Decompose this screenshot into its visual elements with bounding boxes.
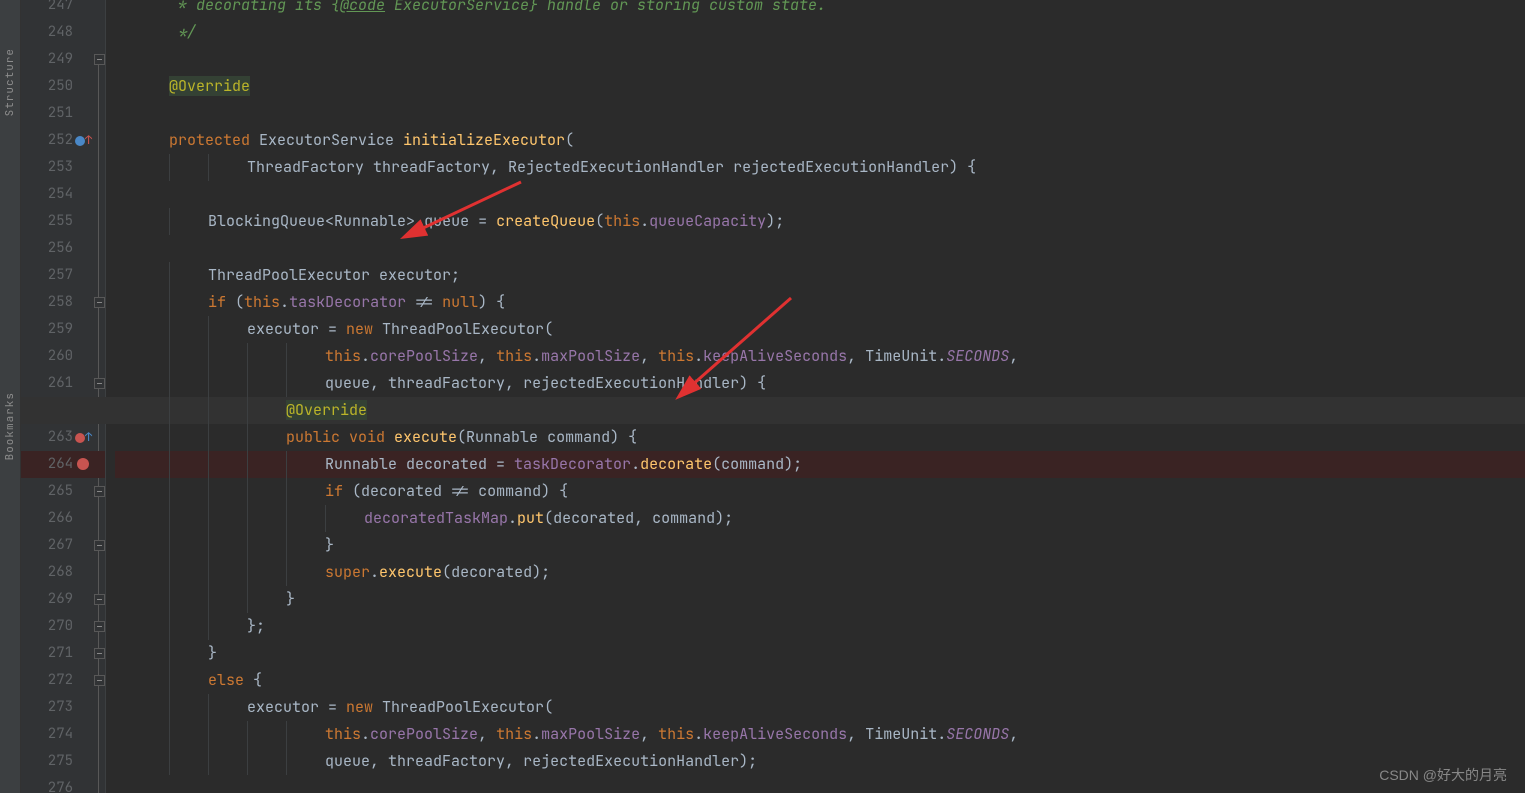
- code-line[interactable]: executor = new ThreadPoolExecutor(: [115, 316, 1525, 343]
- code-line[interactable]: this.corePoolSize, this.maxPoolSize, thi…: [115, 343, 1525, 370]
- line-number[interactable]: 250: [21, 73, 73, 100]
- code-line[interactable]: queue, threadFactory, rejectedExecutionH…: [115, 370, 1525, 397]
- line-number[interactable]: 256: [21, 235, 73, 262]
- line-number[interactable]: 247: [21, 0, 73, 19]
- line-number[interactable]: 263: [21, 424, 73, 451]
- line-number[interactable]: 270: [21, 613, 73, 640]
- tool-tab-structure[interactable]: Structure: [1, 40, 19, 124]
- code-line[interactable]: public void execute(Runnable command) {: [115, 424, 1525, 451]
- fold-handle-icon[interactable]: [93, 640, 105, 667]
- code-line[interactable]: [115, 181, 1525, 208]
- code-line[interactable]: ThreadPoolExecutor executor;: [115, 262, 1525, 289]
- code-line[interactable]: protected ExecutorService initializeExec…: [115, 127, 1525, 154]
- code-line[interactable]: [115, 100, 1525, 127]
- code-line[interactable]: ThreadFactory threadFactory, RejectedExe…: [115, 154, 1525, 181]
- code-line[interactable]: super.execute(decorated);: [115, 559, 1525, 586]
- code-line[interactable]: }: [115, 532, 1525, 559]
- line-number[interactable]: 258: [21, 289, 73, 316]
- code-line[interactable]: [115, 775, 1525, 793]
- line-number[interactable]: 268: [21, 559, 73, 586]
- line-number[interactable]: 271: [21, 640, 73, 667]
- line-number[interactable]: 264: [21, 451, 73, 478]
- code-line[interactable]: this.corePoolSize, this.maxPoolSize, thi…: [115, 721, 1525, 748]
- editor-root: Structure Bookmarks 247248249250251252↑2…: [0, 0, 1525, 793]
- line-number[interactable]: 274: [21, 721, 73, 748]
- tool-tab-bookmarks[interactable]: Bookmarks: [1, 384, 19, 468]
- line-number[interactable]: 252: [21, 127, 73, 154]
- left-tool-strip: Structure Bookmarks: [0, 0, 21, 793]
- code-area[interactable]: * decorating its {@code ExecutorService}…: [115, 0, 1525, 793]
- fold-handle-icon[interactable]: [93, 478, 105, 505]
- line-number[interactable]: 272: [21, 667, 73, 694]
- editor-main[interactable]: 247248249250251252↑253254255256257258259…: [21, 0, 1525, 793]
- code-line[interactable]: executor = new ThreadPoolExecutor(: [115, 694, 1525, 721]
- line-number[interactable]: 273: [21, 694, 73, 721]
- line-number[interactable]: 269: [21, 586, 73, 613]
- override-icon[interactable]: ↑: [75, 127, 92, 154]
- line-number[interactable]: 253: [21, 154, 73, 181]
- line-number[interactable]: 248: [21, 19, 73, 46]
- code-line[interactable]: BlockingQueue<Runnable> queue = createQu…: [115, 208, 1525, 235]
- code-line[interactable]: queue, threadFactory, rejectedExecutionH…: [115, 748, 1525, 775]
- line-number[interactable]: 266: [21, 505, 73, 532]
- code-line[interactable]: Runnable decorated = taskDecorator.decor…: [115, 451, 1525, 478]
- code-line[interactable]: else {: [115, 667, 1525, 694]
- code-line[interactable]: * decorating its {@code ExecutorService}…: [115, 0, 1525, 19]
- code-line[interactable]: @Override: [115, 73, 1525, 100]
- line-number[interactable]: 267: [21, 532, 73, 559]
- code-line[interactable]: [115, 235, 1525, 262]
- fold-handle-icon[interactable]: [93, 613, 105, 640]
- fold-handle-icon[interactable]: [93, 370, 105, 397]
- watermark-text: CSDN @好大的月亮: [1379, 765, 1507, 785]
- fold-handle-icon[interactable]: [93, 46, 105, 73]
- breakpoint-icon[interactable]: [77, 458, 89, 470]
- line-number[interactable]: 275: [21, 748, 73, 775]
- line-number[interactable]: 254: [21, 181, 73, 208]
- code-line[interactable]: if (decorated != command) {: [115, 478, 1525, 505]
- fold-handle-icon[interactable]: [93, 586, 105, 613]
- fold-handle-icon[interactable]: [93, 532, 105, 559]
- line-number[interactable]: 255: [21, 208, 73, 235]
- line-number[interactable]: 261: [21, 370, 73, 397]
- code-line[interactable]: }: [115, 640, 1525, 667]
- line-number[interactable]: 259: [21, 316, 73, 343]
- override-icon[interactable]: ↑: [75, 424, 92, 451]
- line-number[interactable]: 260: [21, 343, 73, 370]
- line-number[interactable]: 249: [21, 46, 73, 73]
- code-line[interactable]: [115, 46, 1525, 73]
- fold-handle-icon[interactable]: [93, 289, 105, 316]
- code-line[interactable]: };: [115, 613, 1525, 640]
- code-line[interactable]: @Override: [115, 397, 1525, 424]
- line-number[interactable]: 276: [21, 775, 73, 793]
- code-line[interactable]: */: [115, 19, 1525, 46]
- line-number[interactable]: 251: [21, 100, 73, 127]
- line-number[interactable]: 265: [21, 478, 73, 505]
- code-line[interactable]: decoratedTaskMap.put(decorated, command)…: [115, 505, 1525, 532]
- line-number[interactable]: 257: [21, 262, 73, 289]
- code-line[interactable]: if (this.taskDecorator != null) {: [115, 289, 1525, 316]
- fold-handle-icon[interactable]: [93, 667, 105, 694]
- code-line[interactable]: }: [115, 586, 1525, 613]
